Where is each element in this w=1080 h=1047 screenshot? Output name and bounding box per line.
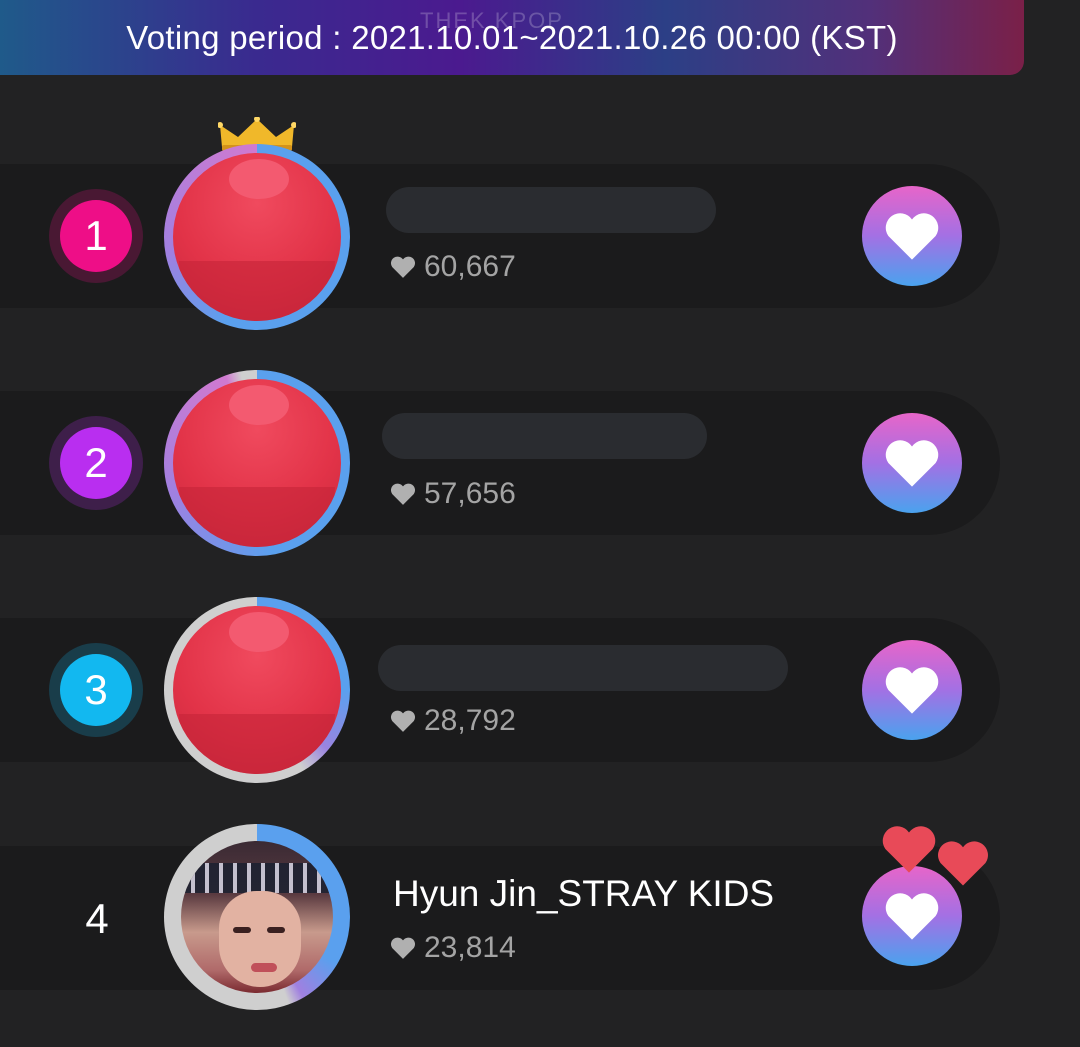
avatar-3[interactable]	[173, 606, 341, 774]
floating-heart-icon	[938, 841, 988, 886]
avatar-ring-3	[164, 597, 350, 783]
vote-count-value: 23,814	[424, 931, 516, 964]
heart-icon	[390, 710, 416, 732]
vote-count-4: 23,814	[390, 931, 516, 965]
avatar-ring-4	[164, 824, 350, 1010]
floating-heart-icon	[882, 826, 936, 873]
vote-count-3: 28,792	[390, 704, 516, 738]
vote-count-value: 60,667	[424, 250, 516, 283]
avatar-ring-1	[164, 144, 350, 330]
heart-icon	[885, 440, 939, 487]
vote-count-2: 57,656	[390, 477, 516, 511]
vote-button-2[interactable]	[862, 413, 962, 513]
artist-name-4: Hyun Jin_STRAY KIDS	[393, 873, 775, 914]
ranking-row-4[interactable]	[0, 846, 1000, 990]
heart-icon	[885, 213, 939, 260]
rank-badge-2: 2	[49, 416, 143, 510]
rank-badge-3: 3	[49, 643, 143, 737]
heart-icon	[390, 937, 416, 959]
rank-number-4: 4	[85, 895, 109, 942]
avatar-1[interactable]	[173, 153, 341, 321]
avatar-ring-2	[164, 370, 350, 556]
ranking-row-1[interactable]	[0, 164, 1000, 308]
artist-name-2	[382, 413, 707, 459]
vote-button-3[interactable]	[862, 640, 962, 740]
banner-watermark: THEK KPOP	[420, 8, 564, 33]
heart-icon	[885, 667, 939, 714]
rank-number: 2	[60, 427, 132, 499]
artist-name-3	[378, 645, 788, 691]
avatar-2[interactable]	[173, 379, 341, 547]
artist-photo-4[interactable]	[181, 841, 333, 993]
voting-period-banner: THEK KPOP Voting period : 2021.10.01~202…	[0, 0, 1024, 75]
heart-icon	[390, 483, 416, 505]
rank-badge-1: 1	[49, 189, 143, 283]
rank-number: 1	[60, 200, 132, 272]
vote-button-1[interactable]	[862, 186, 962, 286]
heart-icon	[885, 893, 939, 940]
vote-count-value: 28,792	[424, 704, 516, 737]
heart-icon	[390, 256, 416, 278]
artist-name-1	[386, 187, 716, 233]
vote-count-value: 57,656	[424, 477, 516, 510]
vote-count-1: 60,667	[390, 250, 516, 284]
rank-number: 3	[60, 654, 132, 726]
